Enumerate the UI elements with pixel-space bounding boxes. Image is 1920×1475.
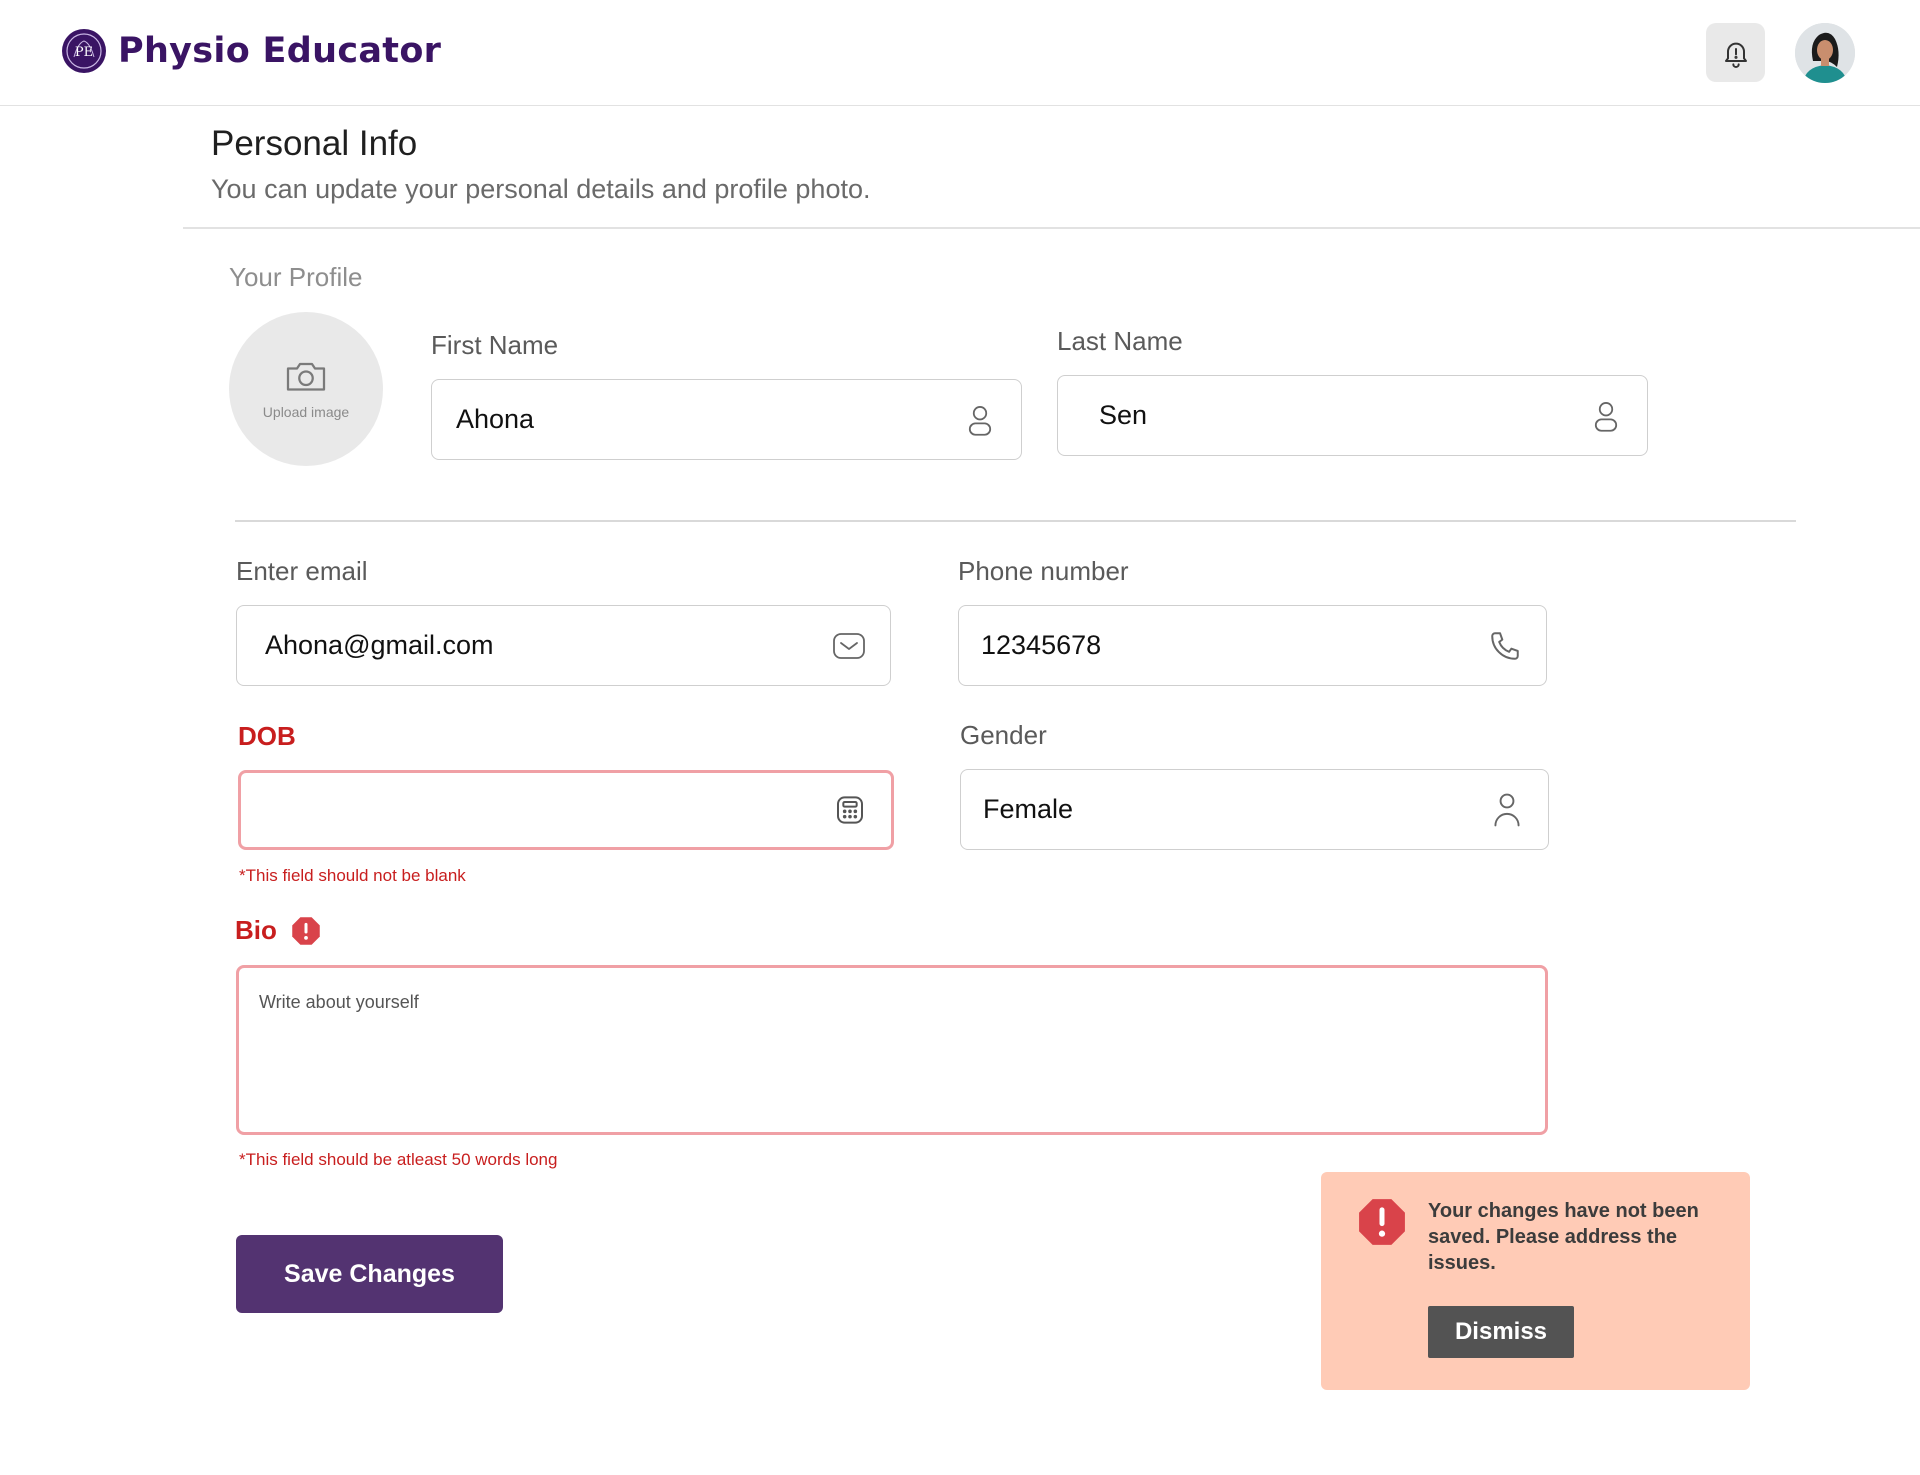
email-field[interactable]	[236, 605, 891, 686]
bell-icon	[1724, 42, 1747, 68]
first-name-label: First Name	[431, 330, 559, 360]
mail-icon	[832, 629, 866, 663]
phone-icon	[1488, 629, 1522, 663]
email-input[interactable]	[265, 630, 832, 661]
user-icon	[1589, 399, 1623, 433]
dismiss-button[interactable]: Dismiss	[1428, 1306, 1574, 1358]
gender-input[interactable]	[983, 794, 1490, 825]
bio-label-row: Bio	[235, 915, 321, 946]
section-divider	[235, 520, 1796, 522]
save-changes-button[interactable]: Save Changes	[236, 1235, 503, 1313]
last-name-input[interactable]	[1099, 400, 1589, 431]
dob-error-message: *This field should not be blank	[239, 866, 466, 885]
profile-section-label: Your Profile	[229, 262, 363, 292]
phone-label: Phone number	[958, 556, 1129, 586]
first-name-input[interactable]	[456, 404, 963, 435]
avatar-image	[1795, 23, 1855, 83]
logo-initials: PE	[75, 45, 93, 60]
phone-field[interactable]	[958, 605, 1547, 686]
camera-icon	[286, 362, 326, 391]
brand-logo[interactable]: PE Physio Educator	[60, 27, 441, 75]
first-name-field[interactable]	[431, 379, 1022, 460]
upload-image-label: Upload image	[262, 404, 350, 420]
user-avatar[interactable]	[1795, 23, 1855, 83]
last-name-label: Last Name	[1057, 326, 1183, 356]
logo-icon: PE	[62, 29, 106, 73]
dob-label: DOB	[238, 721, 296, 751]
user-icon	[1490, 793, 1524, 827]
notification-button[interactable]	[1706, 23, 1765, 82]
phone-input[interactable]	[981, 630, 1488, 661]
bio-textarea[interactable]	[257, 990, 1531, 1114]
alert-octagon-icon	[292, 916, 320, 945]
page-title: Personal Info	[211, 124, 418, 163]
bio-field[interactable]	[236, 965, 1548, 1135]
bio-error-message: *This field should be atleast 50 words l…	[239, 1150, 558, 1169]
brand-name: Physio Educator	[118, 31, 442, 71]
gender-field[interactable]	[960, 769, 1549, 850]
top-header: PE Physio Educator	[0, 0, 1920, 106]
heading-divider	[183, 227, 1920, 229]
dob-input[interactable]	[265, 794, 833, 826]
upload-image-button[interactable]: Upload image	[229, 312, 383, 466]
gender-label: Gender	[960, 720, 1047, 750]
email-label: Enter email	[236, 556, 368, 586]
page-subtitle: You can update your personal details and…	[211, 174, 871, 204]
alert-octagon-icon	[1359, 1199, 1405, 1245]
error-toast: Your changes have not been saved. Please…	[1321, 1172, 1750, 1390]
toast-message: Your changes have not been saved. Please…	[1428, 1200, 1699, 1274]
last-name-field[interactable]	[1057, 375, 1648, 456]
calendar-icon[interactable]	[833, 793, 867, 827]
bio-label: Bio	[235, 915, 277, 945]
user-icon	[963, 403, 997, 437]
dob-field[interactable]	[238, 770, 894, 850]
